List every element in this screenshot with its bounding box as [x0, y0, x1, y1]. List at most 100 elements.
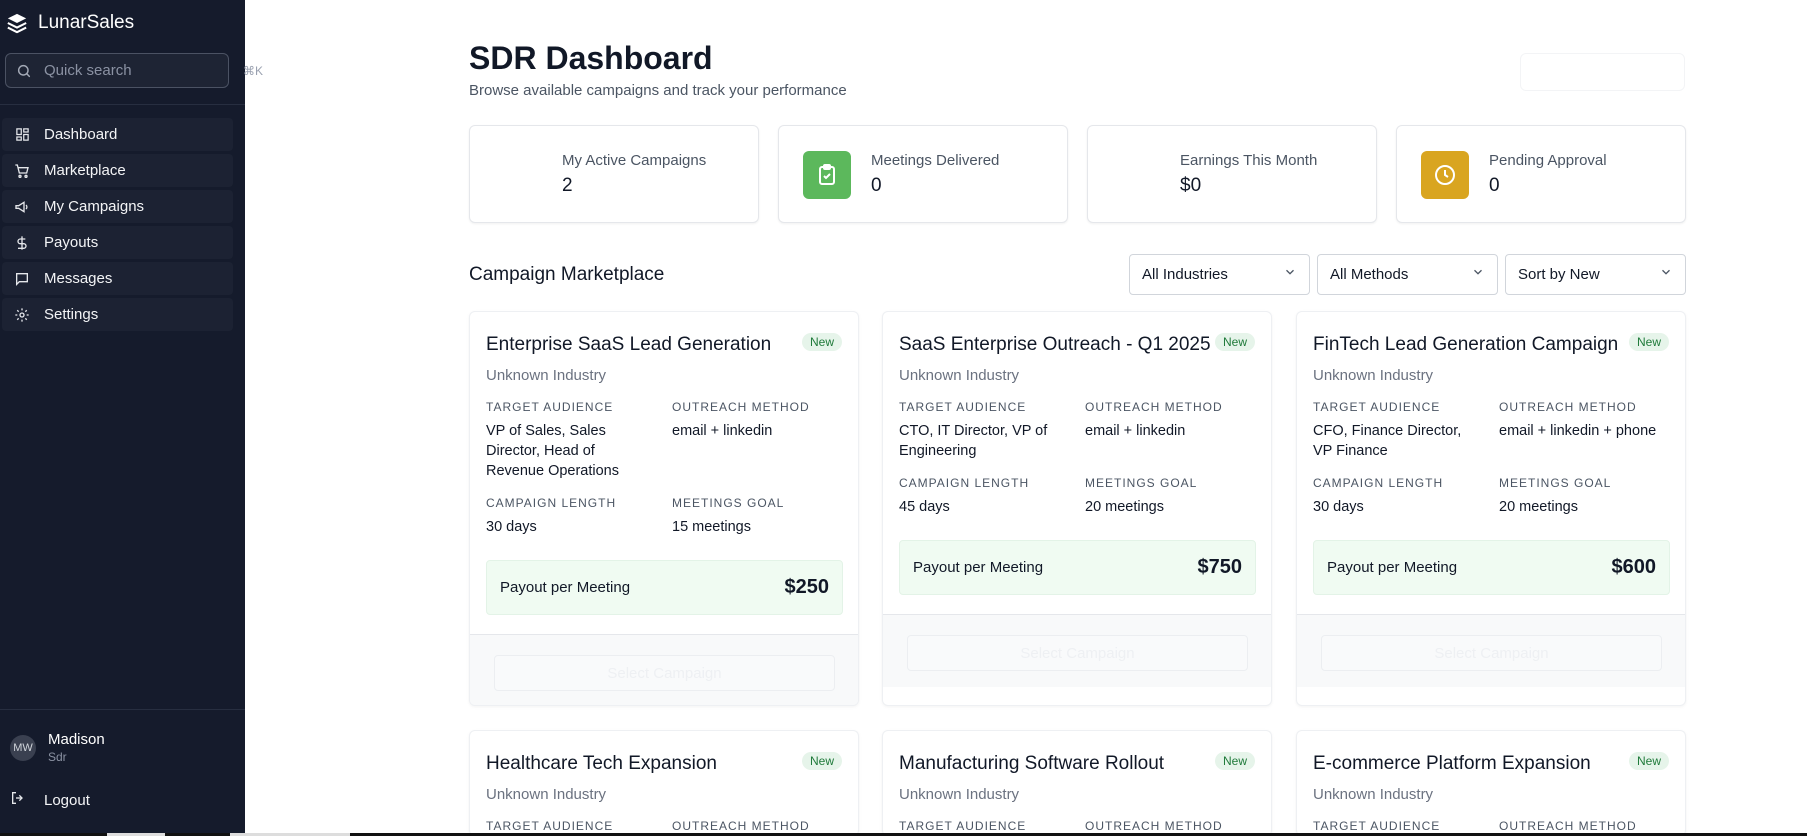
payout-label: Payout per Meeting: [500, 579, 631, 596]
payout-box: Payout per Meeting $600: [1313, 540, 1670, 595]
brand[interactable]: LunarSales: [6, 10, 134, 36]
new-badge: New: [1214, 752, 1255, 770]
card-footer: Select Campaign: [1297, 614, 1685, 687]
stat-label: Earnings This Month: [1180, 152, 1318, 169]
logout-icon: [10, 790, 26, 811]
stat-card-active-campaigns: My Active Campaigns 2: [469, 125, 759, 223]
outreach-method-field: OUTREACH METHOD: [1499, 819, 1669, 833]
outreach-method-field: OUTREACH METHOD email + linkedin: [1085, 400, 1255, 441]
card-footer: Select Campaign: [883, 614, 1271, 687]
campaign-title: E-commerce Platform Expansion: [1313, 753, 1591, 774]
field-label: CAMPAIGN LENGTH: [486, 496, 617, 510]
industry-filter-select[interactable]: All Industries: [1129, 254, 1310, 295]
campaign-length-field: CAMPAIGN LENGTH 30 days: [1313, 476, 1483, 517]
campaign-card: SaaS Enterprise Outreach - Q1 2025 New U…: [882, 311, 1272, 706]
campaign-card: Healthcare Tech Expansion New Unknown In…: [469, 730, 859, 836]
new-badge: New: [801, 333, 842, 351]
select-campaign-button[interactable]: Select Campaign: [1321, 635, 1662, 671]
megaphone-icon: [14, 199, 30, 215]
payout-box: Payout per Meeting $250: [486, 560, 843, 615]
field-label: TARGET AUDIENCE: [899, 819, 1027, 833]
payout-label: Payout per Meeting: [1327, 559, 1458, 576]
meetings-goal-field: MEETINGS GOAL 20 meetings: [1499, 476, 1669, 517]
payout-box: Payout per Meeting $750: [899, 540, 1256, 595]
meetings-goal-field: MEETINGS GOAL 20 meetings: [1085, 476, 1255, 517]
payout-value: $750: [1197, 556, 1243, 578]
stat-card-meetings-delivered: Meetings Delivered 0: [778, 125, 1068, 223]
new-badge: New: [1628, 752, 1669, 770]
field-value: email + linkedin: [672, 423, 773, 439]
campaign-title: FinTech Lead Generation Campaign: [1313, 334, 1619, 355]
chevron-down-icon: [1659, 265, 1673, 284]
campaign-card: FinTech Lead Generation Campaign New Unk…: [1296, 311, 1686, 706]
method-filter-select[interactable]: All Methods: [1317, 254, 1498, 295]
target-audience-field: TARGET AUDIENCE CFO, Finance Director, V…: [1313, 400, 1483, 461]
field-label: OUTREACH METHOD: [672, 819, 810, 833]
campaign-title: Enterprise SaaS Lead Generation: [486, 334, 772, 355]
logout-button[interactable]: Logout: [10, 790, 90, 811]
sidebar-item-payouts[interactable]: Payouts: [2, 226, 233, 259]
new-badge: New: [1628, 333, 1669, 351]
field-label: MEETINGS GOAL: [1499, 476, 1612, 490]
layers-logo-icon: [6, 12, 28, 34]
sidebar-item-label: Messages: [44, 270, 113, 287]
gear-icon: [14, 307, 30, 323]
sidebar-item-label: Payouts: [44, 234, 99, 251]
field-label: TARGET AUDIENCE: [899, 400, 1027, 414]
stat-label: My Active Campaigns: [562, 152, 707, 169]
field-value: VP of Sales, Sales Director, Head of Rev…: [486, 423, 619, 479]
campaign-card: Enterprise SaaS Lead Generation New Unkn…: [469, 311, 859, 706]
industry-filter-value: All Industries: [1142, 266, 1228, 283]
field-value: 45 days: [899, 499, 950, 515]
stat-value: $0: [1180, 175, 1202, 196]
field-label: CAMPAIGN LENGTH: [1313, 476, 1444, 490]
field-label: TARGET AUDIENCE: [486, 400, 614, 414]
stat-value: 0: [1489, 175, 1500, 196]
target-audience-field: TARGET AUDIENCE: [899, 819, 1069, 833]
outreach-method-field: OUTREACH METHOD email + linkedin + phone: [1499, 400, 1669, 441]
campaign-industry: Unknown Industry: [899, 367, 1020, 384]
sidebar-item-my-campaigns[interactable]: My Campaigns: [2, 190, 233, 223]
field-label: OUTREACH METHOD: [672, 400, 810, 414]
field-value: CTO, IT Director, VP of Engineering: [899, 423, 1048, 459]
field-value: 30 days: [1313, 499, 1364, 515]
target-audience-field: TARGET AUDIENCE CTO, IT Director, VP of …: [899, 400, 1069, 461]
payout-value: $600: [1611, 556, 1657, 578]
user-role: Sdr: [48, 750, 67, 764]
campaign-card: E-commerce Platform Expansion New Unknow…: [1296, 730, 1686, 836]
sort-value: Sort by New: [1518, 266, 1600, 283]
header-action-area[interactable]: [1520, 53, 1685, 91]
sidebar-item-dashboard[interactable]: Dashboard: [2, 118, 233, 151]
select-campaign-button[interactable]: Select Campaign: [494, 655, 835, 691]
sidebar-item-messages[interactable]: Messages: [2, 262, 233, 295]
campaign-title: Healthcare Tech Expansion: [486, 753, 717, 774]
sort-select[interactable]: Sort by New: [1505, 254, 1686, 295]
quick-search[interactable]: ⌘K: [5, 53, 263, 88]
stat-value: 2: [562, 175, 573, 196]
field-label: MEETINGS GOAL: [672, 496, 785, 510]
field-label: OUTREACH METHOD: [1085, 819, 1223, 833]
search-input[interactable]: [44, 62, 243, 79]
field-label: MEETINGS GOAL: [1085, 476, 1198, 490]
campaign-industry: Unknown Industry: [899, 786, 1020, 803]
sidebar-item-settings[interactable]: Settings: [2, 298, 233, 331]
sidebar: LunarSales ⌘K Dashboard Marketplace My C…: [0, 0, 263, 836]
sidebar-item-label: My Campaigns: [44, 198, 145, 215]
stat-value: 0: [871, 175, 882, 196]
meetings-goal-field: MEETINGS GOAL 15 meetings: [672, 496, 842, 537]
user-profile[interactable]: MW Madison Sdr: [10, 731, 105, 764]
page-title: SDR Dashboard: [469, 40, 713, 76]
field-label: TARGET AUDIENCE: [1313, 819, 1441, 833]
user-name: Madison: [48, 731, 105, 748]
target-audience-field: TARGET AUDIENCE: [1313, 819, 1483, 833]
chevron-down-icon: [1471, 265, 1485, 284]
stat-label: Meetings Delivered: [871, 152, 1000, 169]
method-filter-value: All Methods: [1330, 266, 1409, 283]
campaign-industry: Unknown Industry: [1313, 367, 1434, 384]
stat-label: Pending Approval: [1489, 152, 1607, 169]
select-campaign-button[interactable]: Select Campaign: [907, 635, 1248, 671]
sidebar-nav: Dashboard Marketplace My Campaigns Payou…: [2, 118, 233, 334]
sidebar-item-marketplace[interactable]: Marketplace: [2, 154, 233, 187]
new-badge: New: [1214, 333, 1255, 351]
target-audience-field: TARGET AUDIENCE: [486, 819, 656, 833]
